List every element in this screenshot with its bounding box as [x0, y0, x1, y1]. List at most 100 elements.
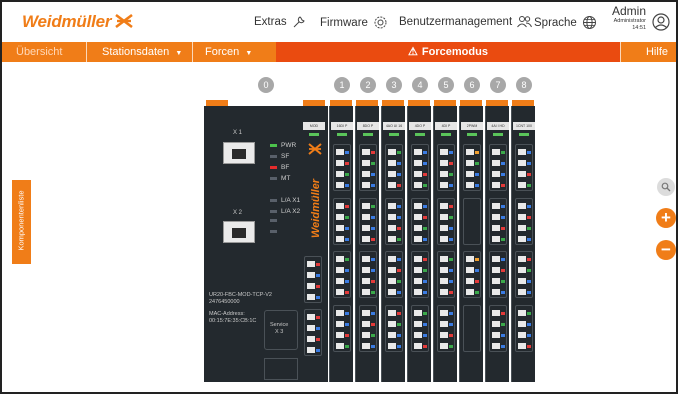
module-slot-2[interactable]: 8DO P [355, 106, 379, 382]
terminal [440, 343, 448, 349]
mac-address: 00:15:7E:35:CB:1C [209, 318, 257, 324]
component-list-tab[interactable]: Komponentenliste [12, 180, 31, 264]
menu-extras-label: Extras [254, 16, 287, 28]
terminal-led [397, 227, 401, 230]
terminal-led [527, 173, 531, 176]
terminal-led [501, 173, 505, 176]
terminal [440, 171, 448, 177]
terminal-led [449, 184, 453, 187]
terminal-led [475, 269, 479, 272]
zoom-in-button[interactable]: + [656, 208, 676, 228]
module-slot-8[interactable]: 1CNT 100 [511, 106, 535, 382]
terminal [466, 278, 474, 284]
nav-help[interactable]: Hilfe [646, 42, 668, 62]
nav-force[interactable]: Forcen ▼ [205, 42, 252, 62]
zoom-reset-button[interactable] [657, 178, 675, 196]
terminal [336, 171, 344, 177]
terminal-led [423, 291, 427, 294]
terminal-led [345, 258, 349, 261]
terminal [440, 182, 448, 188]
terminal [440, 236, 448, 242]
terminal [414, 332, 422, 338]
terminal [388, 236, 396, 242]
terminal-led [345, 323, 349, 326]
terminal-led [449, 291, 453, 294]
user-info[interactable]: Admin Administrator 14:51 [612, 5, 646, 32]
user-avatar-icon[interactable] [652, 13, 670, 31]
terminal [518, 278, 526, 284]
terminal-led [371, 345, 375, 348]
terminal [362, 171, 370, 177]
terminal-led [449, 334, 453, 337]
slot-number: 3 [386, 77, 402, 93]
terminal-led [501, 162, 505, 165]
globe-icon [582, 16, 596, 29]
terminal-led [423, 151, 427, 154]
terminal [388, 203, 396, 209]
terminal-led [527, 258, 531, 261]
nav-divider [192, 42, 193, 62]
terminal [388, 332, 396, 338]
terminal [492, 236, 500, 242]
terminal-led [449, 216, 453, 219]
led-mt-label: MT [281, 175, 291, 182]
terminal-led [345, 162, 349, 165]
terminal-led [527, 312, 531, 315]
terminal-group [333, 251, 351, 298]
module-label: 4DI P [435, 122, 457, 130]
terminal [414, 214, 422, 220]
terminal [414, 160, 422, 166]
brand-logo[interactable]: Weidmüller [22, 12, 112, 32]
menu-firmware[interactable]: Firmware [320, 15, 388, 30]
terminal [362, 278, 370, 284]
terminal-led [501, 334, 505, 337]
terminal-group [437, 305, 455, 352]
terminal [336, 343, 344, 349]
nav-force-label: Forcen [205, 46, 240, 58]
app-frame: Weidmüller Extras Firmware Benutzermanag… [0, 0, 678, 394]
module-label: 4AI I HD [487, 122, 509, 130]
module-slot-4[interactable]: 4DO P [407, 106, 431, 382]
terminal-group [463, 305, 481, 352]
terminal [414, 225, 422, 231]
module-slot-6[interactable]: 2PWM [459, 106, 483, 382]
terminal-led [501, 227, 505, 230]
terminal [388, 214, 396, 220]
terminal-group [515, 305, 533, 352]
module-slot-7[interactable]: 4AI I HD [485, 106, 509, 382]
terminal-led [475, 291, 479, 294]
force-mode-indicator: ⚠ Forcemodus [276, 42, 620, 62]
terminal [492, 171, 500, 177]
terminal [336, 321, 344, 327]
terminal [440, 149, 448, 155]
module-slot-5[interactable]: 4DI P [433, 106, 457, 382]
nav-overview[interactable]: Übersicht [16, 42, 62, 62]
terminal-group [437, 144, 455, 191]
terminal-led [527, 323, 531, 326]
nav-station-data[interactable]: Stationsdaten ▼ [102, 42, 182, 62]
terminal [518, 256, 526, 262]
terminal-led [423, 205, 427, 208]
terminal-led [501, 312, 505, 315]
wrench-icon [293, 16, 305, 28]
menu-language[interactable]: Sprache [534, 15, 597, 30]
zoom-out-button[interactable]: − [656, 240, 676, 260]
module-slot-0[interactable]: MOD Weidmüller [302, 106, 328, 382]
slot-number: 2 [360, 77, 376, 93]
menu-user-management[interactable]: Benutzermanagement [399, 15, 533, 28]
terminal [440, 321, 448, 327]
terminal-group [359, 198, 377, 245]
coupler-part-number: 2476450000 [209, 299, 240, 305]
terminal-led [527, 269, 531, 272]
module-slot-1[interactable]: 16DI P [329, 106, 353, 382]
module-label: 16DI P [331, 122, 353, 130]
fieldbus-coupler[interactable]: X 1 X 2 PWR SF BF MT L/A X1 L/A X2 UR20-… [204, 106, 302, 382]
terminal-led [423, 269, 427, 272]
user-role: Administrator [613, 18, 646, 24]
terminal [336, 160, 344, 166]
terminal [518, 182, 526, 188]
svg-text:Weidmüller: Weidmüller [310, 178, 322, 238]
menu-extras[interactable]: Extras [254, 15, 306, 29]
led-sf-label: SF [281, 153, 290, 160]
module-slot-3[interactable]: 4AO UI 16 [381, 106, 405, 382]
